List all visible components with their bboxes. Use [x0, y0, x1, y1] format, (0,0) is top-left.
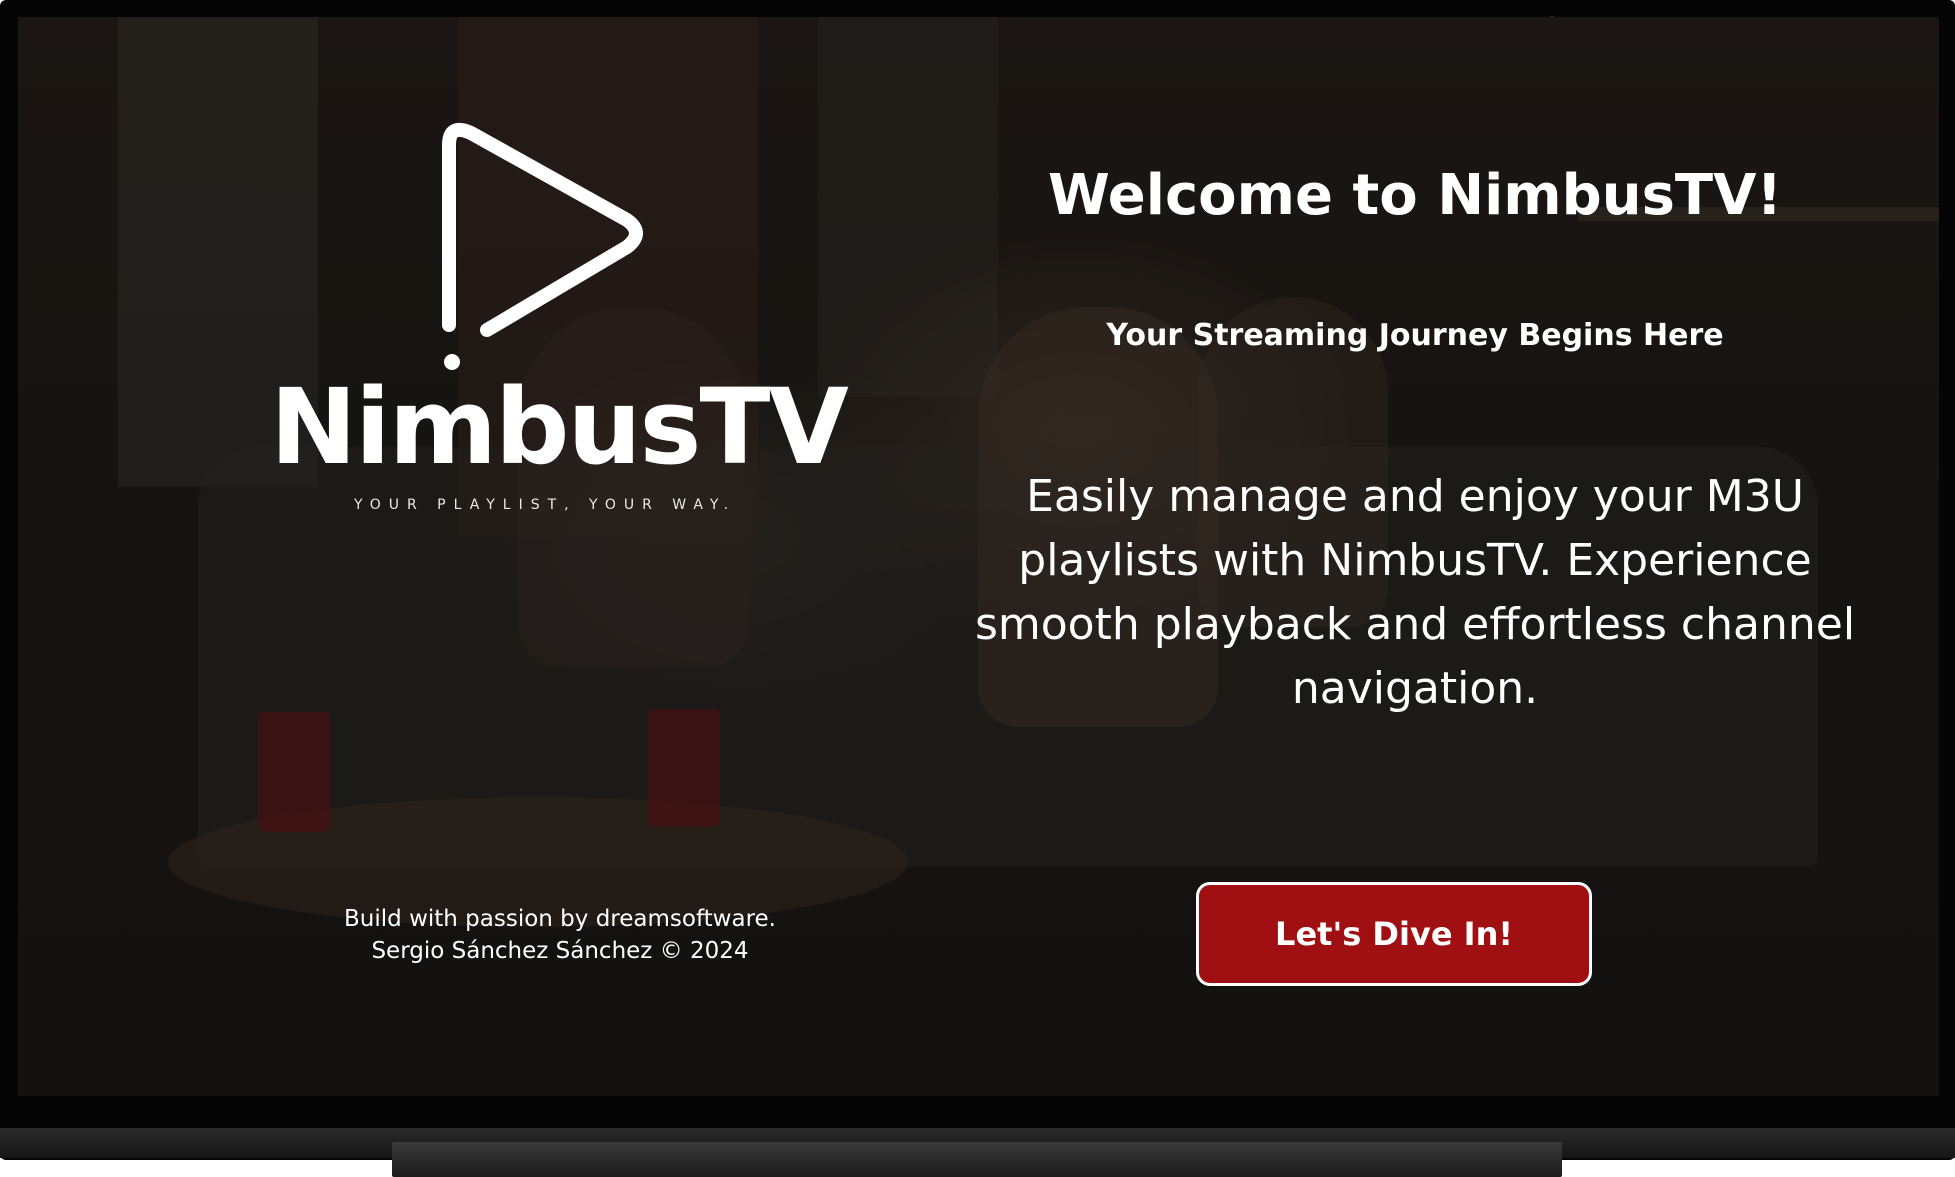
lets-dive-in-button[interactable]: Let's Dive In!	[1196, 882, 1592, 986]
tv-stand	[392, 1142, 1562, 1177]
credits: Build with passion by dreamsoftware. Ser…	[300, 903, 820, 967]
play-icon	[442, 123, 643, 370]
credits-line-author: Sergio Sánchez Sánchez © 2024	[371, 938, 749, 964]
welcome-title: Welcome to NimbusTV!	[1048, 163, 1782, 228]
welcome-subtitle: Your Streaming Journey Begins Here	[1106, 318, 1724, 353]
app-logo-name: NimbusTV	[270, 366, 849, 488]
app-logo-tagline: YOUR PLAYLIST, YOUR WAY.	[353, 497, 737, 513]
welcome-description: Easily manage and enjoy your M3U playlis…	[974, 471, 1856, 714]
credits-line-builder: Build with passion by dreamsoftware.	[344, 906, 776, 932]
